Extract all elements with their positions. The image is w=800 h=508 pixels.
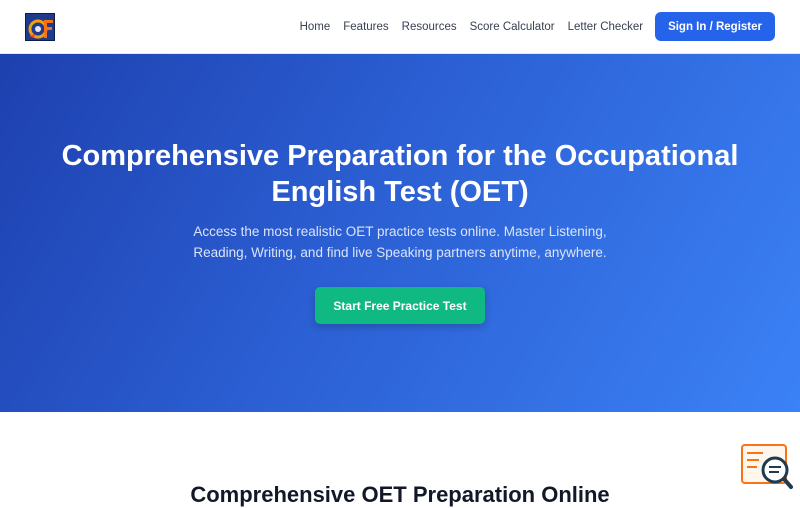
oet-logo-icon[interactable] [25,12,55,41]
nav-link-home[interactable]: Home [300,21,331,33]
nav-link-letter-checker[interactable]: Letter Checker [568,21,643,33]
nav-link-score-calculator[interactable]: Score Calculator [470,21,555,33]
hero-section: Comprehensive Preparation for the Occupa… [0,54,800,412]
section-heading: Comprehensive OET Preparation Online [190,482,610,507]
signin-register-button[interactable]: Sign In / Register [655,12,775,41]
start-free-practice-test-button[interactable]: Start Free Practice Test [315,287,485,324]
hero-subtitle: Access the most realistic OET practice t… [193,224,607,260]
nav-link-resources[interactable]: Resources [402,21,457,33]
hero-title: Comprehensive Preparation for the Occupa… [61,140,739,208]
navbar: Home Features Resources Score Calculator… [0,0,800,54]
search-document-icon[interactable] [741,443,793,491]
nav-link-features[interactable]: Features [343,21,388,33]
nav-links: Home Features Resources Score Calculator… [300,12,775,41]
